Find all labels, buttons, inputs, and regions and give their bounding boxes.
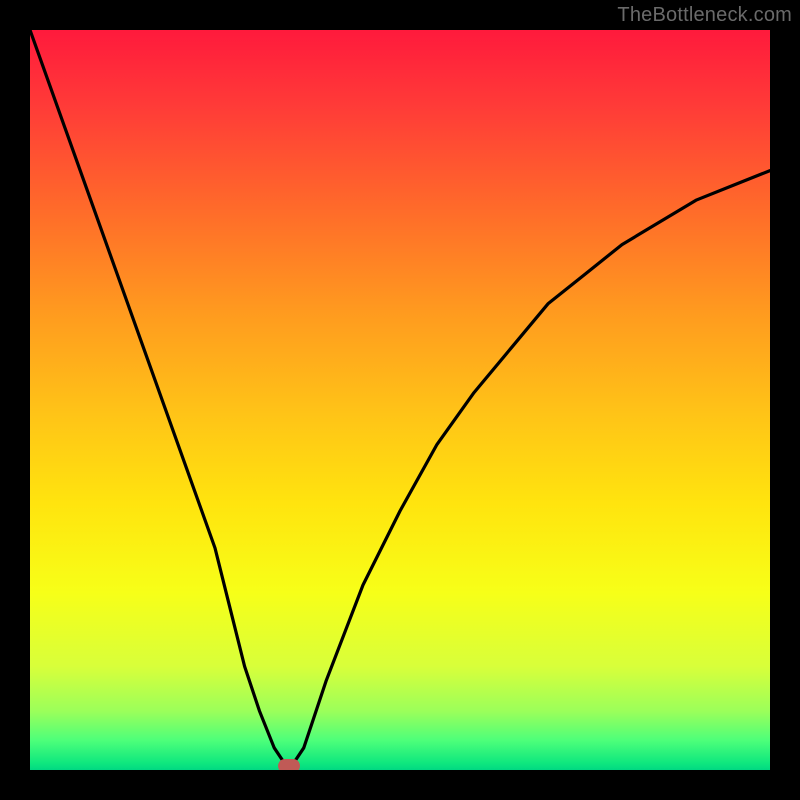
watermark-text: TheBottleneck.com <box>617 4 792 27</box>
bottleneck-curve <box>30 30 770 770</box>
chart-frame: TheBottleneck.com <box>0 0 800 800</box>
plot-area <box>30 30 770 770</box>
curve-path <box>30 30 770 770</box>
optimal-point-marker <box>278 759 300 770</box>
